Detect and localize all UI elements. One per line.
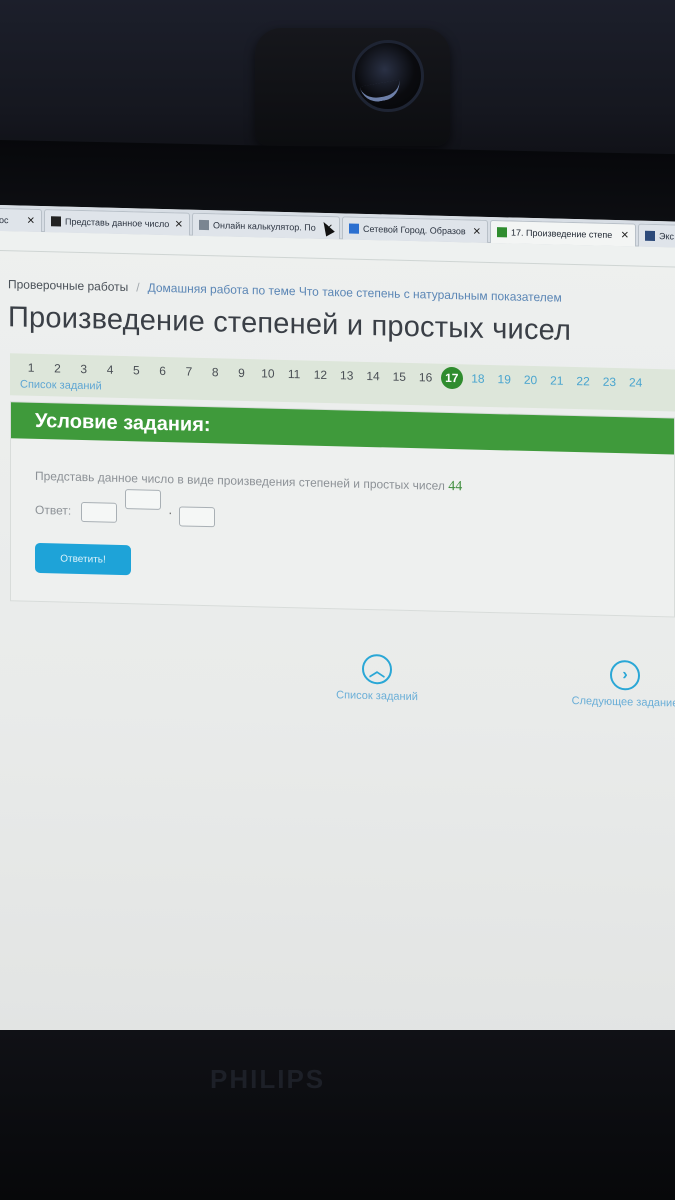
- task-number-8[interactable]: 8: [202, 362, 228, 383]
- close-icon[interactable]: ✕: [27, 215, 35, 226]
- tab-favicon-icon: [51, 216, 61, 227]
- task-number-22[interactable]: 22: [570, 371, 596, 392]
- task-number-list: 1 2 3 4 5 6 7 8 9 10 11 12 13 14 15 16 17 18 19 20 21 22 23 24: [18, 357, 649, 393]
- task-number-12[interactable]: 12: [307, 365, 333, 386]
- bottom-nav-list[interactable]: ︿ Список заданий: [322, 653, 432, 704]
- tab-favicon-icon: [645, 230, 655, 242]
- task-number-11[interactable]: 11: [281, 364, 307, 385]
- task-number-16[interactable]: 16: [412, 367, 438, 388]
- close-icon[interactable]: ✕: [473, 226, 481, 237]
- browser-tab[interactable]: Экс: [638, 223, 675, 248]
- task-card: Условие задания: Представь данное число …: [10, 401, 675, 618]
- task-number-17[interactable]: 17: [440, 366, 463, 390]
- task-number-6[interactable]: 6: [149, 361, 175, 382]
- task-number-23[interactable]: 23: [596, 372, 622, 393]
- tab-label: Сетевой Город. Образов: [363, 223, 466, 237]
- question-number: 44: [448, 478, 463, 495]
- task-number-18[interactable]: 18: [465, 368, 491, 389]
- browser-tab[interactable]: ос ✕: [0, 207, 42, 233]
- bottom-nav-list-label[interactable]: Список заданий: [336, 689, 418, 703]
- answer-prime-input[interactable]: [179, 506, 215, 528]
- task-number-4[interactable]: 4: [97, 359, 123, 380]
- task-card-header: Условие задания:: [11, 402, 674, 455]
- tab-label: 17. Произведение степе: [511, 227, 613, 240]
- task-number-21[interactable]: 21: [544, 370, 570, 391]
- task-number-9[interactable]: 9: [228, 363, 254, 384]
- tab-label: Онлайн калькулятор. По: [213, 220, 316, 233]
- tab-favicon-icon: [349, 223, 359, 234]
- chevron-up-icon[interactable]: ︿: [362, 653, 392, 685]
- task-number-19[interactable]: 19: [491, 369, 517, 390]
- close-icon[interactable]: ✕: [621, 230, 629, 241]
- task-number-7[interactable]: 7: [176, 361, 202, 382]
- task-number-24[interactable]: 24: [623, 372, 649, 393]
- tab-label: Экс: [659, 231, 675, 242]
- task-number-3[interactable]: 3: [71, 359, 97, 380]
- submit-button[interactable]: Ответить!: [35, 542, 131, 576]
- task-number-13[interactable]: 13: [334, 365, 360, 386]
- monitor-screen: ос ✕ Представь данное число ✕ Онлайн кал…: [0, 205, 675, 1052]
- question-text: Представь данное число в виде произведен…: [35, 469, 462, 495]
- task-number-5[interactable]: 5: [123, 360, 149, 381]
- task-number-10[interactable]: 10: [255, 363, 281, 384]
- page-title: Произведение степеней и простых чисел: [8, 301, 572, 347]
- webcam-lens-icon: [352, 40, 424, 112]
- breadcrumb-current[interactable]: Домашняя работа по теме Что такое степен…: [148, 281, 562, 305]
- tab-favicon-icon: [199, 219, 209, 231]
- answer-label: Ответ:: [35, 502, 72, 518]
- answer-base-input[interactable]: [81, 501, 117, 523]
- task-number-20[interactable]: 20: [517, 370, 543, 391]
- tab-favicon-icon: [497, 227, 507, 238]
- monitor-bezel-bottom: [0, 1030, 675, 1200]
- question-label: Представь данное число в виде произведен…: [35, 468, 445, 493]
- task-number-2[interactable]: 2: [44, 358, 70, 379]
- bottom-nav-next[interactable]: › Следующее задание: [560, 659, 675, 710]
- tab-label: ос: [0, 214, 9, 226]
- breadcrumb: Проверочные работы / Домашняя работа по те…: [8, 277, 562, 305]
- task-list-link[interactable]: Список заданий: [20, 378, 102, 392]
- breadcrumb-root[interactable]: Проверочные работы: [8, 277, 128, 294]
- multiply-dot: ·: [168, 504, 173, 521]
- task-number-15[interactable]: 15: [386, 366, 412, 387]
- task-number-14[interactable]: 14: [360, 366, 386, 387]
- tab-label: Представь данное число: [65, 216, 170, 230]
- chevron-right-icon[interactable]: ›: [610, 659, 640, 691]
- task-number-1[interactable]: 1: [18, 357, 44, 378]
- answer-exponent-input[interactable]: [125, 489, 161, 510]
- breadcrumb-separator: /: [136, 280, 140, 295]
- bottom-nav-next-label[interactable]: Следующее задание: [572, 695, 675, 710]
- close-icon[interactable]: ✕: [175, 219, 183, 230]
- monitor-brand-logo: PHILIPS: [210, 1064, 326, 1094]
